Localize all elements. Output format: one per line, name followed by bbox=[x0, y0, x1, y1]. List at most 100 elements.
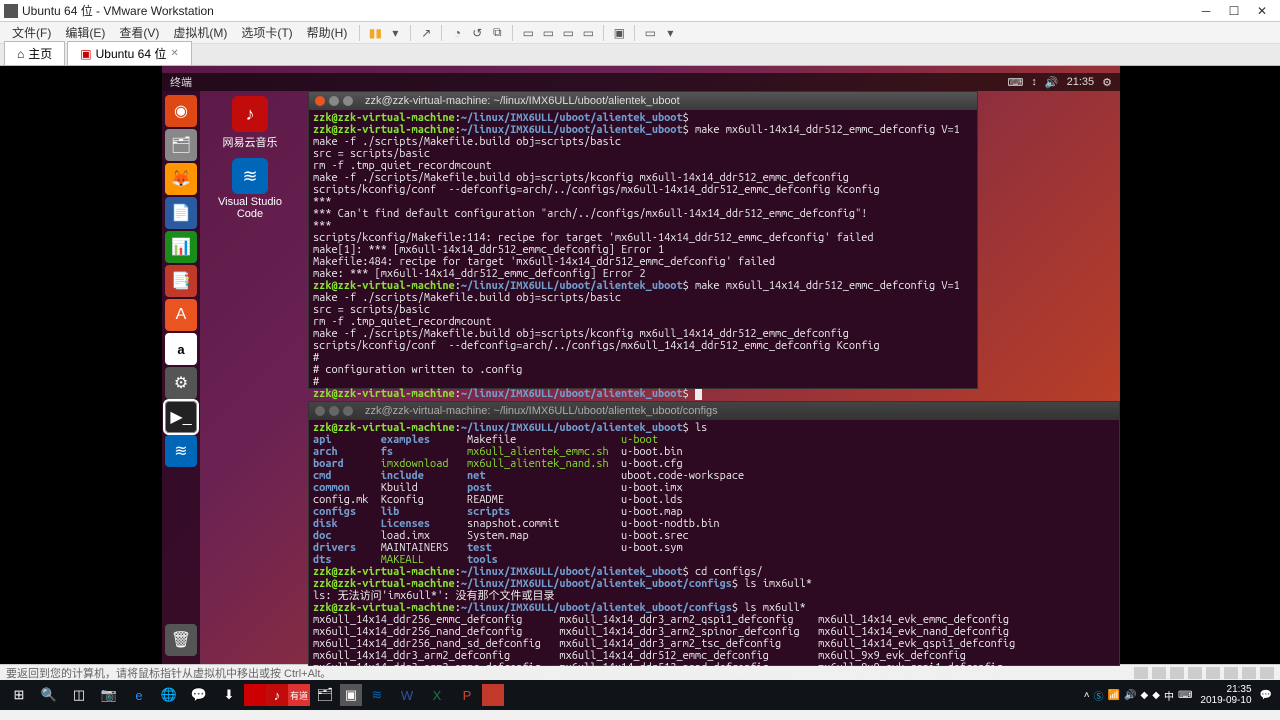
menu-vm[interactable]: 虚拟机(M) bbox=[167, 22, 233, 43]
vscode-icon[interactable]: ≋ bbox=[165, 435, 197, 467]
gear-icon[interactable]: ⚙ bbox=[1102, 76, 1112, 89]
app-icon[interactable] bbox=[482, 684, 504, 706]
tray-sound-icon[interactable]: 🔊 bbox=[1124, 690, 1136, 701]
dev-icon-2[interactable] bbox=[1152, 667, 1166, 679]
dev-icon-8[interactable] bbox=[1260, 667, 1274, 679]
desktop-icons: ♪ 网易云音乐 ≋ Visual Studio Code bbox=[212, 96, 288, 220]
dev-icon-3[interactable] bbox=[1170, 667, 1184, 679]
menu-edit[interactable]: 编辑(E) bbox=[59, 22, 111, 43]
start-button[interactable]: ⊞ bbox=[4, 682, 34, 708]
red1-icon[interactable] bbox=[244, 684, 266, 706]
excel-icon[interactable]: X bbox=[422, 682, 452, 708]
tab-vm[interactable]: ▣ Ubuntu 64 位 ✕ bbox=[67, 41, 191, 65]
layout2-icon[interactable]: ▭ bbox=[539, 24, 557, 42]
tab-close-icon[interactable]: ✕ bbox=[170, 48, 178, 59]
edge-icon[interactable]: e bbox=[124, 682, 154, 708]
tray-skype-icon[interactable]: Ⓢ bbox=[1094, 688, 1104, 703]
clock-label[interactable]: 21:35 bbox=[1067, 76, 1095, 88]
vm-icon: ▣ bbox=[80, 47, 91, 61]
tab-home[interactable]: ⌂ 主页 bbox=[4, 41, 65, 65]
tray-notif-icon[interactable]: 💬 bbox=[1260, 690, 1272, 701]
maximize-button[interactable]: ☐ bbox=[1220, 1, 1248, 21]
term1-body[interactable]: zzk@zzk-virtual-machine:~/linux/IMX6ULL/… bbox=[309, 110, 977, 402]
term2-min-icon[interactable] bbox=[329, 406, 339, 416]
chrome-icon[interactable]: 🌐 bbox=[154, 682, 184, 708]
menu-tabs[interactable]: 选项卡(T) bbox=[235, 22, 298, 43]
snapshot-icon[interactable]: ◔ bbox=[448, 24, 466, 42]
dropdown-icon[interactable]: ▾ bbox=[386, 24, 404, 42]
term1-close-icon[interactable] bbox=[315, 96, 325, 106]
tray-gray2-icon[interactable]: ◆ bbox=[1152, 690, 1160, 701]
tray-net-icon[interactable]: 📶 bbox=[1108, 690, 1120, 701]
tray-ime[interactable]: 中 bbox=[1164, 688, 1174, 703]
layout4-icon[interactable]: ▭ bbox=[579, 24, 597, 42]
gnome-top-bar: 终端 ⌨ ↕ 🔊 21:35 ⚙ bbox=[162, 73, 1120, 91]
term2-titlebar[interactable]: zzk@zzk-virtual-machine: ~/linux/IMX6ULL… bbox=[309, 402, 1119, 420]
tray-gray1-icon[interactable]: ◆ bbox=[1141, 690, 1149, 701]
writer-icon[interactable]: 📄 bbox=[165, 197, 197, 229]
manage-icon[interactable]: ⧉ bbox=[488, 24, 506, 42]
keyboard-icon[interactable]: ⌨ bbox=[1008, 76, 1024, 89]
settings-icon[interactable]: ⚙ bbox=[165, 367, 197, 399]
term2-max-icon[interactable] bbox=[343, 406, 353, 416]
menu-help[interactable]: 帮助(H) bbox=[301, 22, 354, 43]
trash-icon[interactable]: 🗑 bbox=[165, 624, 197, 656]
dropdown2-icon[interactable]: ▾ bbox=[661, 24, 679, 42]
ubuntu-desktop: 终端 ⌨ ↕ 🔊 21:35 ⚙ ◉ 🗂 🦊 📄 📊 📑 A a ⚙ ▶_ ≋ … bbox=[162, 66, 1120, 664]
red2-icon[interactable]: 有道 bbox=[288, 684, 310, 706]
terminal-icon[interactable]: ▶_ bbox=[165, 401, 197, 433]
word-icon[interactable]: W bbox=[392, 682, 422, 708]
explorer-icon[interactable]: 🗂 bbox=[310, 682, 340, 708]
layout3-icon[interactable]: ▭ bbox=[559, 24, 577, 42]
tray-date: 2019-09-10 bbox=[1200, 695, 1251, 706]
taskview-icon[interactable]: ◫ bbox=[64, 682, 94, 708]
dev-icon-1[interactable] bbox=[1134, 667, 1148, 679]
down-icon[interactable]: ⬇ bbox=[214, 682, 244, 708]
dev-icon-7[interactable] bbox=[1242, 667, 1256, 679]
vmware-taskbar-icon[interactable]: ▣ bbox=[340, 684, 362, 706]
wechat-icon[interactable]: 💬 bbox=[184, 682, 214, 708]
software-icon[interactable]: A bbox=[165, 299, 197, 331]
menu-file[interactable]: 文件(F) bbox=[6, 22, 57, 43]
camera-icon[interactable]: 📷 bbox=[94, 682, 124, 708]
term1-max-icon[interactable] bbox=[343, 96, 353, 106]
minimize-button[interactable]: ─ bbox=[1192, 1, 1220, 21]
layout1-icon[interactable]: ▭ bbox=[519, 24, 537, 42]
dash-button[interactable]: ◉ bbox=[165, 95, 197, 127]
amazon-icon[interactable]: a bbox=[165, 333, 197, 365]
netease-icon: ♪ bbox=[232, 96, 268, 132]
menu-view[interactable]: 查看(V) bbox=[113, 22, 165, 43]
dev-icon-6[interactable] bbox=[1224, 667, 1238, 679]
network-icon[interactable]: ↕ bbox=[1031, 76, 1037, 88]
pause-icon[interactable]: ▮▮ bbox=[366, 24, 384, 42]
desktop-vscode[interactable]: ≋ Visual Studio Code bbox=[212, 158, 288, 220]
tray-keyboard-icon[interactable]: ⌨ bbox=[1178, 690, 1192, 701]
tray-up-icon[interactable]: ˄ bbox=[1084, 690, 1090, 701]
impress-icon[interactable]: 📑 bbox=[165, 265, 197, 297]
vm-display[interactable]: 终端 ⌨ ↕ 🔊 21:35 ⚙ ◉ 🗂 🦊 📄 📊 📑 A a ⚙ ▶_ ≋ … bbox=[0, 66, 1280, 664]
vscode-taskbar-icon[interactable]: ≋ bbox=[362, 682, 392, 708]
calc-icon[interactable]: 📊 bbox=[165, 231, 197, 263]
netease-taskbar-icon[interactable]: ♪ bbox=[266, 684, 288, 706]
send-icon[interactable]: ↗ bbox=[417, 24, 435, 42]
term2-title: zzk@zzk-virtual-machine: ~/linux/IMX6ULL… bbox=[365, 405, 718, 417]
term1-min-icon[interactable] bbox=[329, 96, 339, 106]
sound-icon[interactable]: 🔊 bbox=[1045, 76, 1059, 89]
fullscreen-icon[interactable]: ▣ bbox=[610, 24, 628, 42]
dev-icon-5[interactable] bbox=[1206, 667, 1220, 679]
revert-icon[interactable]: ↺ bbox=[468, 24, 486, 42]
firefox-icon[interactable]: 🦊 bbox=[165, 163, 197, 195]
close-button[interactable]: ✕ bbox=[1248, 1, 1276, 21]
term2-close-icon[interactable] bbox=[315, 406, 325, 416]
files-icon[interactable]: 🗂 bbox=[165, 129, 197, 161]
tray-clock[interactable]: 21:35 2019-09-10 bbox=[1196, 684, 1255, 706]
terminal-window-1[interactable]: zzk@zzk-virtual-machine: ~/linux/IMX6ULL… bbox=[308, 91, 978, 389]
dev-icon-4[interactable] bbox=[1188, 667, 1202, 679]
desktop-netease[interactable]: ♪ 网易云音乐 bbox=[212, 96, 288, 150]
term1-titlebar[interactable]: zzk@zzk-virtual-machine: ~/linux/IMX6ULL… bbox=[309, 92, 977, 110]
search-icon[interactable]: 🔍 bbox=[34, 682, 64, 708]
ppt-icon[interactable]: P bbox=[452, 682, 482, 708]
term2-body[interactable]: zzk@zzk-virtual-machine:~/linux/IMX6ULL/… bbox=[309, 420, 1119, 688]
terminal-window-2[interactable]: zzk@zzk-virtual-machine: ~/linux/IMX6ULL… bbox=[308, 401, 1120, 666]
unity-icon[interactable]: ▭ bbox=[641, 24, 659, 42]
